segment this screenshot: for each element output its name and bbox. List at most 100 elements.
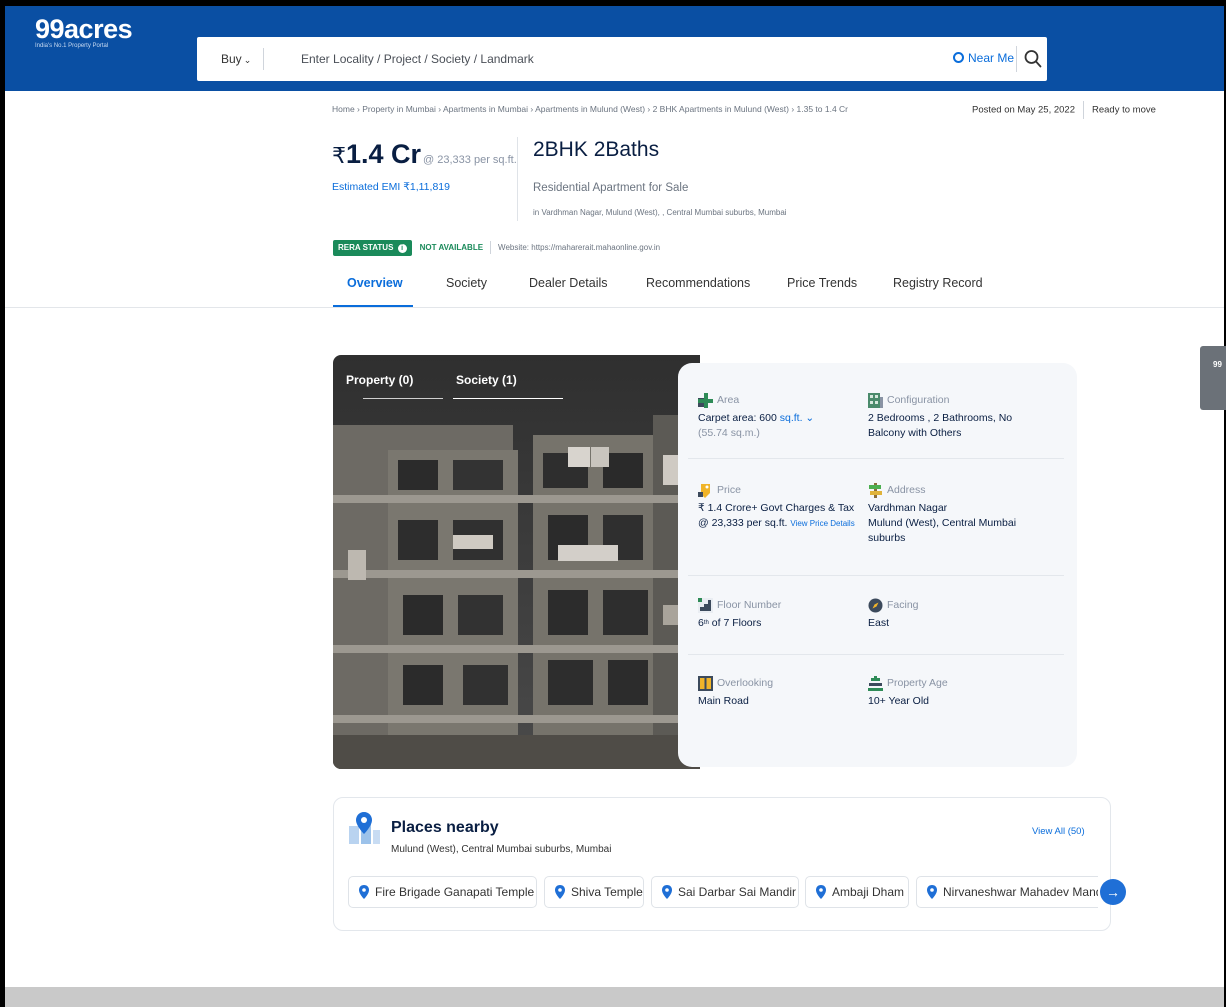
divider (688, 575, 1064, 576)
places-nearby-title: Places nearby (391, 819, 499, 836)
price-line2-row: @ 23,333 per sq.ft. View Price Details (698, 516, 868, 531)
tab-overview[interactable]: Overview (347, 276, 403, 290)
search-bar: Buy ⌄ Enter Locality / Project / Society … (197, 37, 1047, 81)
divider (5, 307, 1224, 308)
area-label: Area (717, 394, 740, 406)
property-subtitle: Residential Apartment for Sale (533, 182, 689, 194)
map-pin-icon (555, 885, 565, 899)
property-photo-gallery[interactable]: Property (0) Society (1) (333, 355, 700, 769)
bottom-scroll-area (5, 987, 1224, 1007)
facing-label: Facing (887, 599, 919, 611)
configuration-label: Configuration (887, 394, 950, 406)
divider (688, 654, 1064, 655)
property-details-card: Area Carpet area: 600 sq.ft. ⌄ (55.74 sq… (678, 363, 1077, 767)
price-per-sqft: @ 23,333 per sq.ft. (423, 154, 517, 166)
rera-badge[interactable]: RERA STATUS i (333, 240, 412, 256)
facing-value: East (868, 617, 890, 630)
address-line3: suburbs (868, 532, 906, 545)
gallery-tab-property[interactable]: Property (0) (346, 373, 413, 387)
place-chip[interactable]: Shiva Temple (544, 876, 644, 908)
info-icon[interactable]: i (397, 244, 407, 253)
gallery-tab-society[interactable]: Society (1) (456, 373, 517, 387)
possession-status: Ready to move (1092, 104, 1156, 116)
detail-facing: Facing East (868, 598, 1068, 631)
near-me-label: Near Me (968, 51, 1015, 65)
detail-address: Address Vardhman Nagar Mulund (West), Ce… (868, 483, 1068, 546)
property-location: in Vardhman Nagar, Mulund (West), , Cent… (533, 208, 787, 217)
places-nearby-subtitle: Mulund (West), Central Mumbai suburbs, M… (391, 844, 612, 855)
breadcrumb[interactable]: Home › Property in Mumbai › Apartments i… (332, 104, 848, 114)
tab-registry-record[interactable]: Registry Record (893, 276, 983, 290)
address-label: Address (887, 484, 926, 496)
location-buildings-icon (349, 812, 380, 844)
floor-value-row: 6th of 7 Floors (698, 616, 868, 631)
divider (1016, 46, 1017, 72)
price-block: ₹1.4 Cr @ 23,333 per sq.ft. (332, 139, 517, 170)
place-chip-label: Fire Brigade Ganapati Temple (375, 885, 535, 899)
detail-configuration: Configuration 2 Bedrooms , 2 Bathrooms, … (868, 393, 1068, 441)
gallery-tab-underline-active (453, 398, 563, 399)
gallery-tab-underline (363, 398, 443, 399)
posted-info: Posted on May 25, 2022 Ready to move (972, 101, 1156, 119)
rera-row: RERA STATUS i NOT AVAILABLE Website: https… (333, 240, 660, 257)
detail-price: Price ₹ 1.4 Crore+ Govt Charges & Tax @ … (698, 483, 868, 531)
detail-area: Area Carpet area: 600 sq.ft. ⌄ (55.74 sq… (698, 393, 863, 441)
tab-society[interactable]: Society (446, 276, 487, 290)
logo-name: 99acres (35, 14, 133, 44)
divider (263, 48, 264, 70)
property-age-label: Property Age (887, 677, 948, 689)
rera-status: NOT AVAILABLE (419, 243, 484, 252)
place-chip[interactable]: Fire Brigade Ganapati Temple (348, 876, 537, 908)
window-icon (698, 676, 713, 691)
overlooking-label: Overlooking (717, 677, 774, 689)
map-pin-icon (816, 885, 826, 899)
detail-floor: Floor Number 6th of 7 Floors (698, 598, 868, 631)
signpost-icon (869, 483, 882, 498)
address-line1: Vardhman Nagar (868, 502, 948, 515)
places-chip-list: Fire Brigade Ganapati Temple Shiva Templ… (348, 876, 1098, 910)
map-pin-icon (662, 885, 672, 899)
place-chip[interactable]: Ambaji Dham (805, 876, 909, 908)
place-chip-label: Ambaji Dham (832, 885, 905, 899)
side-feedback-widget[interactable]: 99 (1200, 346, 1226, 410)
logo[interactable]: 99acres India's No.1 Property Portal (35, 14, 133, 49)
divider (688, 458, 1064, 459)
near-me-button[interactable]: Near Me (953, 51, 1014, 65)
search-input[interactable]: Enter Locality / Project / Society / Lan… (301, 52, 534, 66)
overlooking-value: Main Road (698, 695, 749, 708)
tab-recommendations[interactable]: Recommendations (646, 276, 750, 290)
divider (490, 241, 492, 255)
place-chip[interactable]: Sai Darbar Sai Mandir (651, 876, 799, 908)
locate-icon (953, 52, 964, 63)
view-price-details-link[interactable]: View Price Details (790, 519, 854, 528)
tab-price-trends[interactable]: Price Trends (787, 276, 857, 290)
area-value-row: Carpet area: 600 sq.ft. ⌄ (698, 411, 863, 426)
configuration-line2: Balcony with Others (868, 427, 962, 440)
area-unit: sq.ft. (779, 412, 803, 425)
price-label: Price (717, 484, 741, 496)
view-all-places-link[interactable]: View All (50) (1032, 826, 1085, 837)
divider (517, 137, 518, 221)
price-value: 1.4 Cr (346, 139, 422, 169)
place-chip-label: Nirvaneshwar Mahadev Mandir (943, 885, 1098, 899)
floor-label: Floor Number (717, 599, 782, 611)
estimated-emi-link[interactable]: Estimated EMI ₹1,11,819 (332, 181, 450, 193)
floor-total: of 7 Floors (711, 617, 762, 630)
place-chip[interactable]: Nirvaneshwar Mahadev Mandir (916, 876, 1098, 908)
place-chip-label: Sai Darbar Sai Mandir (678, 885, 797, 899)
property-title: 2BHK 2Baths (533, 138, 660, 161)
property-age-icon (868, 676, 883, 691)
floor-suffix: th (703, 620, 709, 627)
top-navbar: 99acres India's No.1 Property Portal Buy… (5, 6, 1224, 91)
chevron-down-icon: ⌄ (805, 412, 815, 425)
search-icon[interactable] (1024, 49, 1042, 69)
detail-property-age: Property Age 10+ Year Old (868, 676, 1068, 709)
area-unit-dropdown[interactable]: sq.ft. ⌄ (780, 412, 815, 424)
buy-dropdown[interactable]: Buy ⌄ (221, 52, 251, 66)
building-photo (333, 355, 700, 769)
address-line2: Mulund (West), Central Mumbai (868, 517, 1017, 530)
posted-date: Posted on May 25, 2022 (972, 104, 1075, 116)
divider (1083, 101, 1084, 119)
next-arrow-button[interactable]: → (1100, 879, 1126, 905)
tab-dealer-details[interactable]: Dealer Details (529, 276, 608, 290)
